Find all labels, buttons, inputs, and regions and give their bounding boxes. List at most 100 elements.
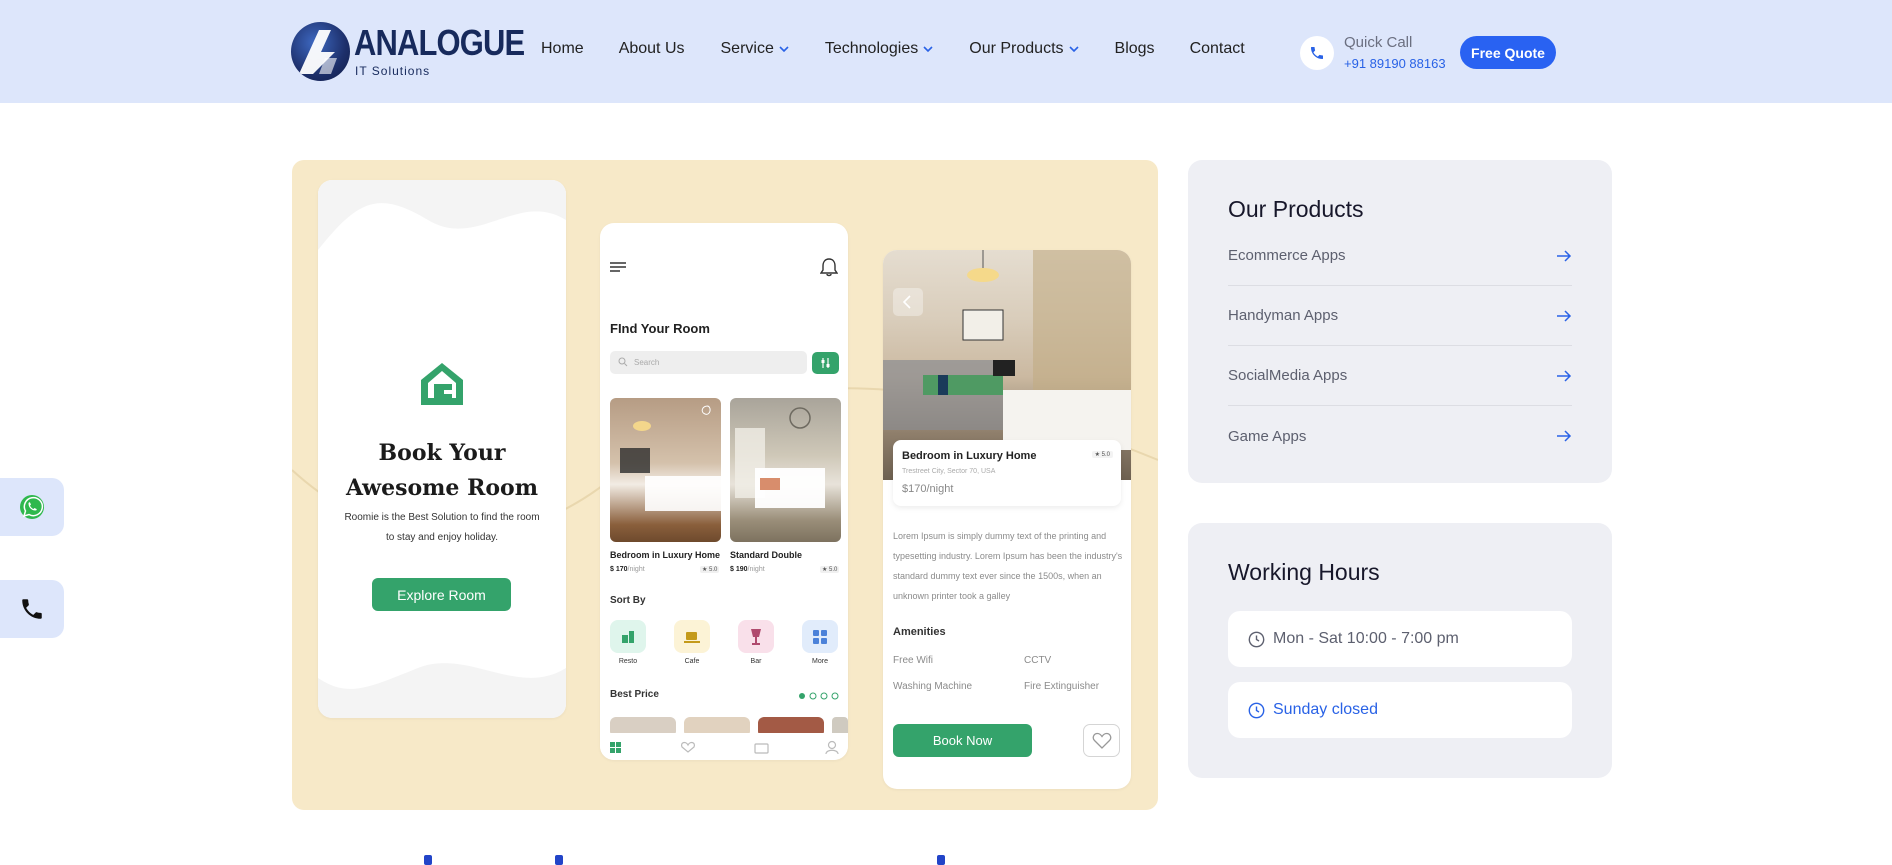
room-search-input: Search xyxy=(610,351,807,374)
whatsapp-button[interactable] xyxy=(0,478,64,536)
room-price-unit: /night xyxy=(747,566,765,573)
product-label: Game Apps xyxy=(1228,427,1307,445)
heart-icon xyxy=(1083,724,1120,757)
whatsapp-icon xyxy=(20,495,44,519)
nav-about-us[interactable]: About Us xyxy=(619,40,685,58)
chevron-down-icon xyxy=(1068,46,1079,53)
room-rating: ★ 5.0 xyxy=(820,566,840,573)
chevron-down-icon xyxy=(779,46,789,53)
room-detail-rating: ★ 5.0 xyxy=(1091,451,1113,458)
decorative-wave xyxy=(318,180,566,250)
room-rating: ★ 5.0 xyxy=(700,566,720,573)
sort-label: Cafe xyxy=(684,658,700,665)
nav-label: Service xyxy=(720,40,774,57)
hours-sunday: Sunday closed xyxy=(1228,682,1572,738)
phone-icon xyxy=(22,599,42,619)
phone-find-room-screen: FInd Your Room Search Bedroom in Luxury … xyxy=(600,223,848,760)
chevron-down-icon xyxy=(923,46,933,53)
room-price: $ 190/night xyxy=(730,566,765,573)
resto-icon xyxy=(610,620,646,653)
decorative-wave xyxy=(318,663,566,718)
bar-icon xyxy=(738,620,774,653)
phone-welcome-screen: Book Your Awesome Room Roomie is the Bes… xyxy=(318,180,566,718)
phone-room-detail-screen: Bedroom in Luxury Home Trestreet City, S… xyxy=(883,250,1131,789)
explore-room-button: Explore Room xyxy=(372,578,511,611)
nav-blogs[interactable]: Blogs xyxy=(1115,40,1155,58)
room-detail-location: Trestreet City, Sector 70, USA xyxy=(902,468,996,475)
logo-mark-icon xyxy=(291,22,350,81)
find-room-title: FInd Your Room xyxy=(610,321,710,336)
search-icon xyxy=(618,357,628,367)
filter-icon xyxy=(812,352,839,374)
product-link-socialmedia[interactable]: SocialMedia Apps xyxy=(1228,346,1572,406)
more-icon xyxy=(802,620,838,653)
nav-home[interactable]: Home xyxy=(541,40,584,58)
welcome-desc-line1: Roomie is the Best Solution to find the … xyxy=(344,512,540,523)
nav-label: Our Products xyxy=(969,40,1064,57)
product-link-game[interactable]: Game Apps xyxy=(1228,406,1572,466)
nav-service[interactable]: Service xyxy=(721,40,791,58)
arrow-right-icon xyxy=(1557,430,1572,442)
nav-technologies[interactable]: Technologies xyxy=(825,40,935,58)
room-detail-price: $170/night xyxy=(902,483,954,495)
quick-call-number[interactable]: +91 89190 88163 xyxy=(1344,56,1446,71)
amenity-item: CCTV xyxy=(1024,655,1052,666)
nav-label: Technologies xyxy=(824,40,919,57)
product-label: Ecommerce Apps xyxy=(1228,247,1346,264)
welcome-title-line1: Book Your xyxy=(378,440,506,466)
cafe-icon xyxy=(674,620,710,653)
room-name: Bedroom in Luxury Home xyxy=(610,550,721,560)
nav-contact[interactable]: Contact xyxy=(1190,40,1245,58)
sort-label: Resto xyxy=(618,658,638,665)
best-price-thumbnails xyxy=(610,717,848,733)
welcome-description: Roomie is the Best Solution to find the … xyxy=(334,508,550,548)
amenity-item: Washing Machine xyxy=(893,681,973,692)
back-arrow-icon xyxy=(893,288,923,316)
menu-icon xyxy=(610,262,626,272)
sort-label: More xyxy=(812,658,828,665)
working-hours-panel: Working Hours Mon - Sat 10:00 - 7:00 pm … xyxy=(1188,523,1612,778)
hours-weekday: Mon - Sat 10:00 - 7:00 pm xyxy=(1228,611,1572,667)
nav-our-products[interactable]: Our Products xyxy=(969,40,1080,58)
hours-text: Mon - Sat 10:00 - 7:00 pm xyxy=(1273,630,1459,647)
clock-icon xyxy=(1248,631,1265,647)
quick-call-label: Quick Call xyxy=(1344,34,1413,51)
welcome-desc-line2: to stay and enjoy holiday. xyxy=(385,532,499,543)
room-name: Standard Double xyxy=(730,550,803,560)
room-price-unit: /night xyxy=(627,566,645,573)
hero-app-showcase: Book Your Awesome Room Roomie is the Bes… xyxy=(292,160,1158,810)
house-logo-icon xyxy=(421,363,463,405)
room-info-card: Bedroom in Luxury Home Trestreet City, S… xyxy=(893,440,1121,506)
welcome-title: Book Your Awesome Room xyxy=(318,436,566,506)
room-price: $ 170/night xyxy=(610,566,645,573)
product-link-handyman[interactable]: Handyman Apps xyxy=(1228,286,1572,346)
product-link-ecommerce[interactable]: Ecommerce Apps xyxy=(1228,226,1572,286)
call-button[interactable] xyxy=(0,580,64,638)
phone-icon[interactable] xyxy=(1300,36,1334,70)
cropped-heading-fragment xyxy=(555,855,563,865)
free-quote-button[interactable]: Free Quote xyxy=(1460,36,1556,69)
room-detail-description: Lorem Ipsum is simply dummy text of the … xyxy=(893,531,1123,601)
best-price-title: Best Price xyxy=(610,689,659,700)
product-label: SocialMedia Apps xyxy=(1228,367,1348,384)
main-nav: Home About Us Service Technologies Our P… xyxy=(541,40,1245,58)
bottom-tab-bar xyxy=(600,733,848,760)
room-price-value: $ 170 xyxy=(610,566,628,573)
room-price-value: $ 190 xyxy=(730,566,748,573)
header: ANALOGUE IT Solutions Home About Us Serv… xyxy=(0,0,1892,103)
site-logo[interactable]: ANALOGUE IT Solutions xyxy=(291,22,525,82)
room-detail-title: Bedroom in Luxury Home xyxy=(902,450,1037,462)
amenity-item: Free Wifi xyxy=(893,655,933,666)
book-now-button: Book Now xyxy=(893,724,1032,757)
amenity-item: Fire Extinguisher xyxy=(1024,681,1100,692)
arrow-right-icon xyxy=(1557,249,1572,262)
clock-icon xyxy=(1248,702,1265,718)
carousel-dots xyxy=(799,692,839,700)
nav-label: Contact xyxy=(1189,40,1245,57)
hours-text: Sunday closed xyxy=(1273,701,1378,718)
arrow-right-icon xyxy=(1557,309,1572,322)
sort-by-title: Sort By xyxy=(610,595,646,606)
product-label: Handyman Apps xyxy=(1228,307,1339,324)
room-photo xyxy=(610,398,721,542)
sort-label: Bar xyxy=(750,658,762,665)
